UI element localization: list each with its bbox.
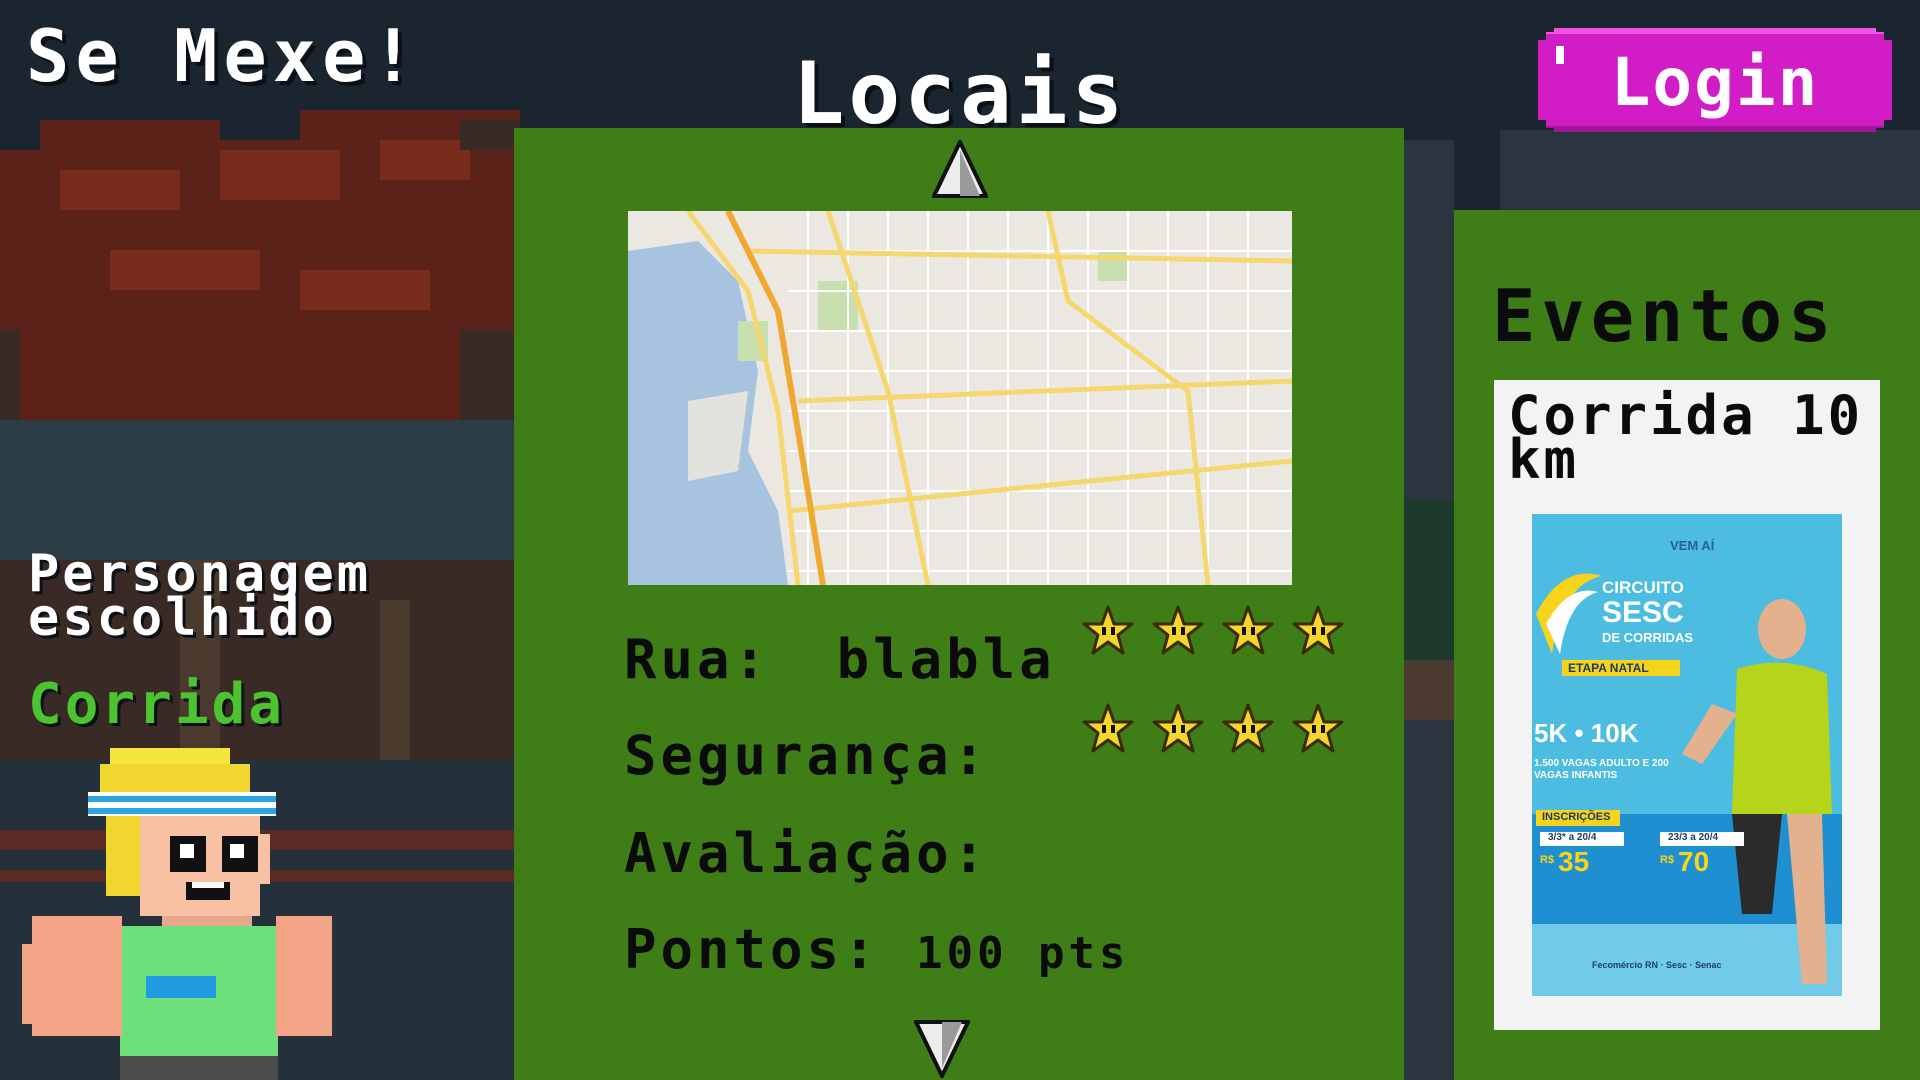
eventos-title: Eventos <box>1492 274 1838 358</box>
star-icon <box>1222 703 1274 753</box>
login-tick-decoration <box>1556 46 1564 64</box>
poster-etapa: ETAPA NATAL <box>1568 661 1649 675</box>
poster-distances: 5K • 10K <box>1534 718 1639 748</box>
poster-vagas: 1.500 VAGAS ADULTO E 200 VAGAS INFANTIS <box>1534 758 1669 781</box>
login-button[interactable]: Login <box>1538 28 1892 132</box>
poster-vem-ai: VEM AÍ <box>1670 538 1715 553</box>
street-row: Rua: blabla <box>624 628 1056 691</box>
character-heading: Personagem escolhido <box>28 544 372 648</box>
star-icon <box>1152 703 1204 753</box>
poster-de-corridas: DE CORRIDAS <box>1602 630 1694 645</box>
street-label: Rua: <box>624 628 771 691</box>
event-card[interactable]: Corrida 10 km VEM AÍ CIRCUITO SESC DE CO… <box>1494 380 1880 1030</box>
poster-date-2: 23/3 a 20/4 <box>1668 832 1719 843</box>
star-icon <box>1082 605 1134 655</box>
character-activity: Corrida <box>28 672 286 737</box>
poster-footer: Fecomércio RN · Sesc · Senac <box>1592 960 1722 970</box>
locais-panel: Rua: blabla Segurança: Avaliação: Pontos… <box>514 128 1404 1080</box>
location-map[interactable] <box>628 211 1292 585</box>
points-label: Pontos: <box>624 918 880 981</box>
points-value: 100 pts <box>916 928 1130 979</box>
star-icon <box>1152 605 1204 655</box>
poster-background <box>1532 514 1842 996</box>
poster-currency-2: R$ <box>1660 854 1675 866</box>
eventos-panel: Eventos Corrida 10 km VEM AÍ CIRCUITO SE… <box>1454 210 1920 1080</box>
safety-label: Segurança: <box>624 724 990 787</box>
star-icon <box>1292 703 1344 753</box>
star-icon <box>1292 605 1344 655</box>
map-graphic <box>628 211 1292 585</box>
rating-label: Avaliação: <box>624 822 990 885</box>
poster-sesc: SESC <box>1602 596 1684 629</box>
poster-price-1: 35 <box>1558 846 1590 877</box>
poster-price-2: 70 <box>1678 846 1710 877</box>
rating-star-rating <box>1082 703 1344 755</box>
poster-circuito: CIRCUITO <box>1602 578 1684 597</box>
scroll-down-arrow-icon[interactable] <box>914 1016 970 1078</box>
app-title: Se Mexe! <box>26 14 421 98</box>
safety-star-rating <box>1082 605 1344 657</box>
street-value: blabla <box>836 628 1056 691</box>
event-title: Corrida 10 km <box>1508 384 1864 491</box>
runner-character-avatar <box>22 748 332 1080</box>
login-button-label: Login <box>1610 43 1820 121</box>
star-icon <box>1222 605 1274 655</box>
poster-inscricoes: INSCRIÇÕES <box>1542 811 1611 823</box>
scroll-up-arrow-icon[interactable] <box>932 140 988 202</box>
points-row: Pontos: 100 pts <box>624 918 1130 981</box>
star-icon <box>1082 703 1134 753</box>
poster-date-1: 3/3* a 20/4 <box>1548 832 1597 843</box>
poster-currency-1: R$ <box>1540 854 1555 866</box>
event-poster: VEM AÍ CIRCUITO SESC DE CORRIDAS ETAPA N… <box>1532 514 1842 996</box>
